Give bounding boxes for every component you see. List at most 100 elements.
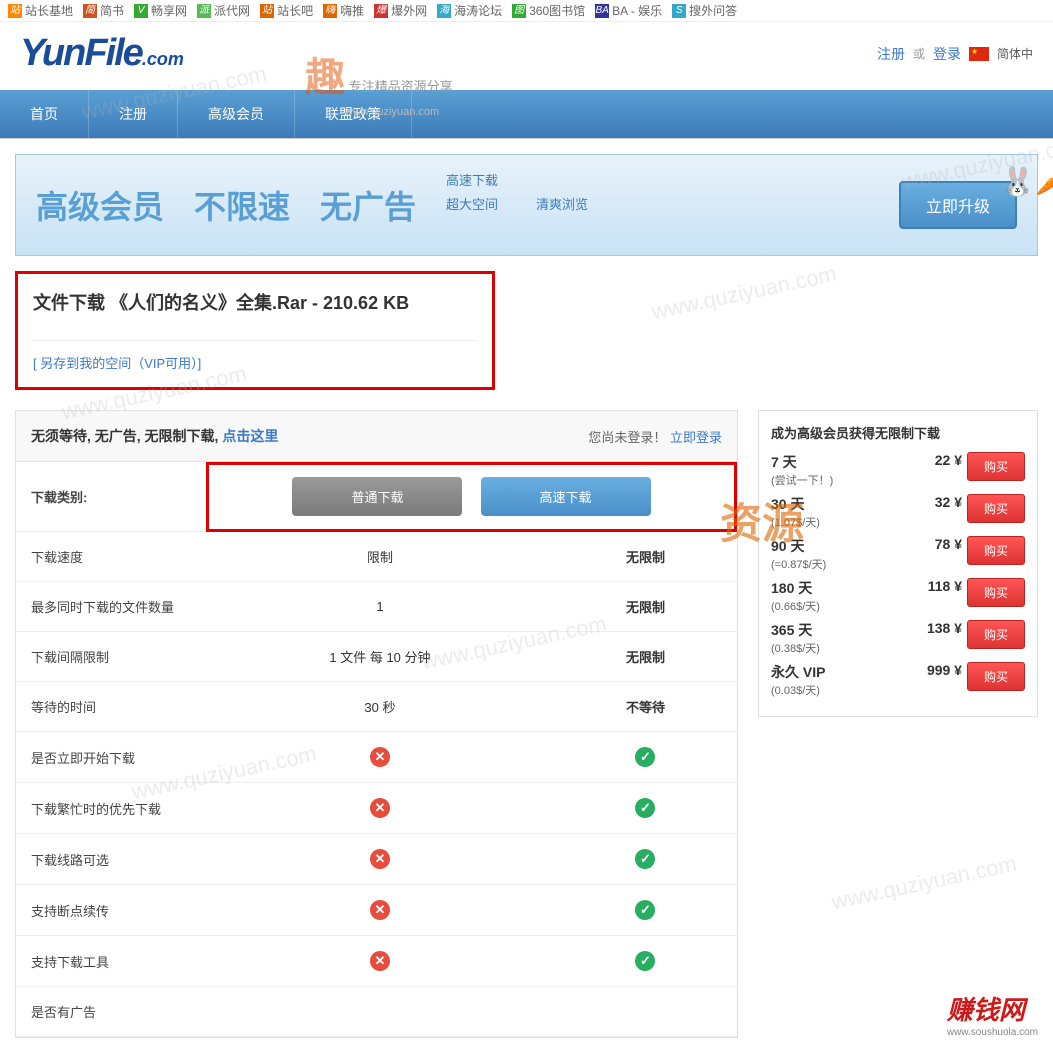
cross-icon: ✕: [370, 849, 390, 869]
favicon-icon: 海: [437, 4, 451, 18]
save-to-space-link[interactable]: [ 另存到我的空间（VIP可用）]: [33, 340, 477, 372]
plan-row: 90 天(=0.87$/天)78 ¥购买: [771, 536, 1025, 572]
buy-button[interactable]: 购买: [967, 536, 1025, 565]
download-options-panel: 无须等待, 无广告, 无限制下载, 点击这里 您尚未登录！ 立即登录 下载类别:…: [15, 410, 738, 1038]
login-link[interactable]: 登录: [933, 44, 961, 64]
login-now-link[interactable]: 立即登录: [670, 430, 722, 445]
cell-value: 无限制: [554, 582, 737, 632]
bookmark-item[interactable]: 嗨嗨推: [323, 2, 364, 19]
cross-icon: ✕: [370, 798, 390, 818]
row-label: 支持下载工具: [16, 936, 206, 987]
nav-register[interactable]: 注册: [89, 90, 178, 138]
cell-value: 1 文件 每 10 分钟: [206, 632, 554, 682]
cross-icon: ✕: [370, 951, 390, 971]
nav-premium[interactable]: 高级会员: [178, 90, 295, 138]
bookmark-item[interactable]: 派派代网: [197, 2, 250, 19]
file-info-box: 文件下载 《人们的名义》全集.Rar - 210.62 KB [ 另存到我的空间…: [15, 271, 495, 390]
banner-tag: 超大空间: [446, 194, 516, 216]
cross-icon: ✕: [370, 900, 390, 920]
logo[interactable]: YunFile.com: [20, 32, 184, 75]
register-link[interactable]: 注册: [877, 44, 905, 64]
row-label: 等待的时间: [16, 682, 206, 732]
plan-sub: (尝试一下！): [771, 472, 907, 488]
favicon-icon: 站: [260, 4, 274, 18]
flag-icon[interactable]: [969, 47, 989, 61]
cell-value: 限制: [206, 532, 554, 582]
bookmark-item[interactable]: 简简书: [83, 2, 124, 19]
download-comparison-table: 下载类别: 普通下载 高速下载 下载速度限制无限制 最多同时下载的文件数量1无限…: [16, 462, 737, 1037]
banner-text-premium: 高级会员: [36, 182, 164, 228]
upgrade-button[interactable]: 立即升级 🐰🥕: [899, 181, 1017, 229]
buy-button[interactable]: 购买: [967, 578, 1025, 607]
bookmark-item[interactable]: 海海涛论坛: [437, 2, 502, 19]
file-title: 文件下载 《人们的名义》全集.Rar - 210.62 KB: [33, 289, 477, 315]
bookmark-item[interactable]: S搜外问答: [672, 2, 737, 19]
bookmark-item[interactable]: 站站长基地: [8, 2, 73, 19]
bookmark-bar: 站站长基地 简简书 V畅享网 派派代网 站站长吧 嗨嗨推 爆爆外网 海海涛论坛 …: [0, 0, 1053, 22]
bookmark-item[interactable]: BABA - 娱乐: [595, 2, 662, 19]
favicon-icon: BA: [595, 4, 609, 18]
bookmark-item[interactable]: 爆爆外网: [374, 2, 427, 19]
favicon-icon: V: [134, 4, 148, 18]
plan-row: 30 天(1.07$/天) 32 ¥ 购买: [771, 494, 1025, 530]
normal-download-button[interactable]: 普通下载: [292, 477, 462, 516]
row-label: 下载繁忙时的优先下载: [16, 783, 206, 834]
banner-tags: 高速下载 超大空间 清爽浏览: [446, 170, 606, 240]
buy-button[interactable]: 购买: [967, 620, 1025, 649]
plan-price: 78 ¥: [912, 536, 962, 552]
banner-text-noads: 无广告: [320, 182, 416, 228]
row-label: 下载速度: [16, 532, 206, 582]
plan-sub: (0.66$/天): [771, 598, 907, 614]
plan-name: 365 天: [771, 620, 907, 640]
plan-name: 30 天: [771, 494, 907, 514]
plan-row: 180 天(0.66$/天) 118 ¥ 购买: [771, 578, 1025, 614]
bookmark-item[interactable]: 站站长吧: [260, 2, 313, 19]
row-label: 是否立即开始下载: [16, 732, 206, 783]
bookmark-item[interactable]: V畅享网: [134, 2, 187, 19]
favicon-icon: 嗨: [323, 4, 337, 18]
plan-price: 999 ¥: [912, 662, 962, 678]
site-header: YunFile.com 注册 或 登录 简体中: [0, 22, 1053, 90]
cell-value: 1: [206, 582, 554, 632]
category-label: 下载类别:: [16, 462, 206, 532]
plan-name: 180 天: [771, 578, 907, 598]
banner-text-speed: 不限速: [194, 182, 290, 228]
bookmark-item[interactable]: 图360图书馆: [512, 2, 585, 19]
plan-sub: (1.07$/天): [771, 514, 907, 530]
cell-value: 无限制: [554, 532, 737, 582]
sidebar-title: 成为高级会员获得无限制下载: [771, 423, 1025, 442]
cell-value: 不等待: [554, 682, 737, 732]
favicon-icon: 派: [197, 4, 211, 18]
row-label: 最多同时下载的文件数量: [16, 582, 206, 632]
plan-name: 7 天: [771, 452, 907, 472]
or-text: 或: [913, 45, 925, 62]
language-label[interactable]: 简体中: [997, 45, 1033, 62]
plan-sub: (=0.87$/天): [771, 556, 907, 572]
buy-button[interactable]: 购买: [967, 662, 1025, 691]
favicon-icon: 简: [83, 4, 97, 18]
main-nav: 首页 注册 高级会员 联盟政策: [0, 90, 1053, 139]
buy-button[interactable]: 购买: [967, 452, 1025, 481]
banner-tag: 高速下载: [446, 170, 516, 192]
pricing-sidebar: 成为高级会员获得无限制下载 7 天(尝试一下！) 22 ¥ 购买 30 天(1.07…: [758, 410, 1038, 717]
plan-row: 365 天(0.38$/天)138 ¥购买: [771, 620, 1025, 656]
rabbit-carrot-icon: 🐰🥕: [1000, 165, 1053, 198]
plan-sub: (0.38$/天): [771, 640, 907, 656]
click-here-link[interactable]: 点击这里: [222, 428, 278, 444]
nav-home[interactable]: 首页: [0, 90, 89, 138]
check-icon: ✓: [635, 747, 655, 767]
fast-download-button[interactable]: 高速下载: [481, 477, 651, 516]
banner-tag: 清爽浏览: [536, 194, 606, 216]
row-label: 支持断点续传: [16, 885, 206, 936]
cell-value: 无限制: [554, 632, 737, 682]
favicon-icon: 爆: [374, 4, 388, 18]
buy-button[interactable]: 购买: [967, 494, 1025, 523]
plan-row: 永久 VIP(0.03$/天)999 ¥购买: [771, 662, 1025, 698]
cell-value: 30 秒: [206, 682, 554, 732]
plan-price: 32 ¥: [912, 494, 962, 510]
cross-icon: ✕: [370, 747, 390, 767]
check-icon: ✓: [635, 900, 655, 920]
plan-price: 118 ¥: [912, 578, 962, 594]
row-label: 下载线路可选: [16, 834, 206, 885]
plan-price: 22 ¥: [912, 452, 962, 468]
